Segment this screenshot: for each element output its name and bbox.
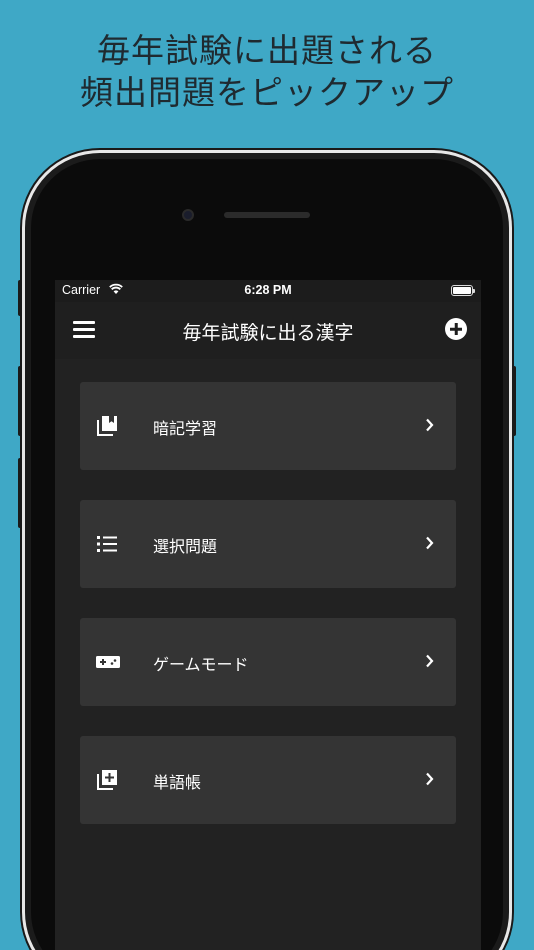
front-camera [182,209,194,221]
status-bar: Carrier 6:28 PM [55,280,481,302]
menu-item-label: 単語帳 [153,773,202,792]
battery-icon [451,285,475,296]
navigation-bar: 毎年試験に出る漢字 [55,302,481,359]
promo-line-1: 毎年試験に出題される [97,31,437,70]
volume-down-button [18,458,22,528]
plus-circle-icon[interactable] [445,318,467,340]
menu-item-wordbook[interactable]: 単語帳 [80,736,456,824]
bookmark-pages-icon [97,416,117,436]
promo-line-2: 頻出問題をピックアップ [80,73,454,112]
menu-item-label: 暗記学習 [153,419,218,438]
status-time: 6:28 PM [244,283,292,297]
power-button [512,366,516,436]
menu-item-game-mode[interactable]: ゲームモード [80,618,456,706]
app-screen: Carrier 6:28 PM 毎年試験に出る漢字 暗記学習 選択問題 ゲームモ… [55,280,481,950]
mute-switch [18,280,22,316]
menu-list: 暗記学習 選択問題 ゲームモード 単語帳 [80,382,456,854]
page-title: 毎年試験に出る漢字 [182,322,354,344]
volume-up-button [18,366,22,436]
chevron-right-icon [426,772,434,786]
menu-item-multiple-choice[interactable]: 選択問題 [80,500,456,588]
chevron-right-icon [426,654,434,668]
menu-item-label: ゲームモード [153,655,249,674]
gamepad-icon [96,656,120,668]
menu-item-label: 選択問題 [153,537,218,556]
promo-headline: 毎年試験に出題される 頻出問題をピックアップ [0,30,534,114]
chevron-right-icon [426,536,434,550]
list-icon [97,536,117,552]
add-to-library-icon [97,770,117,790]
chevron-right-icon [426,418,434,432]
menu-item-memorization[interactable]: 暗記学習 [80,382,456,470]
earpiece-speaker [224,212,310,218]
